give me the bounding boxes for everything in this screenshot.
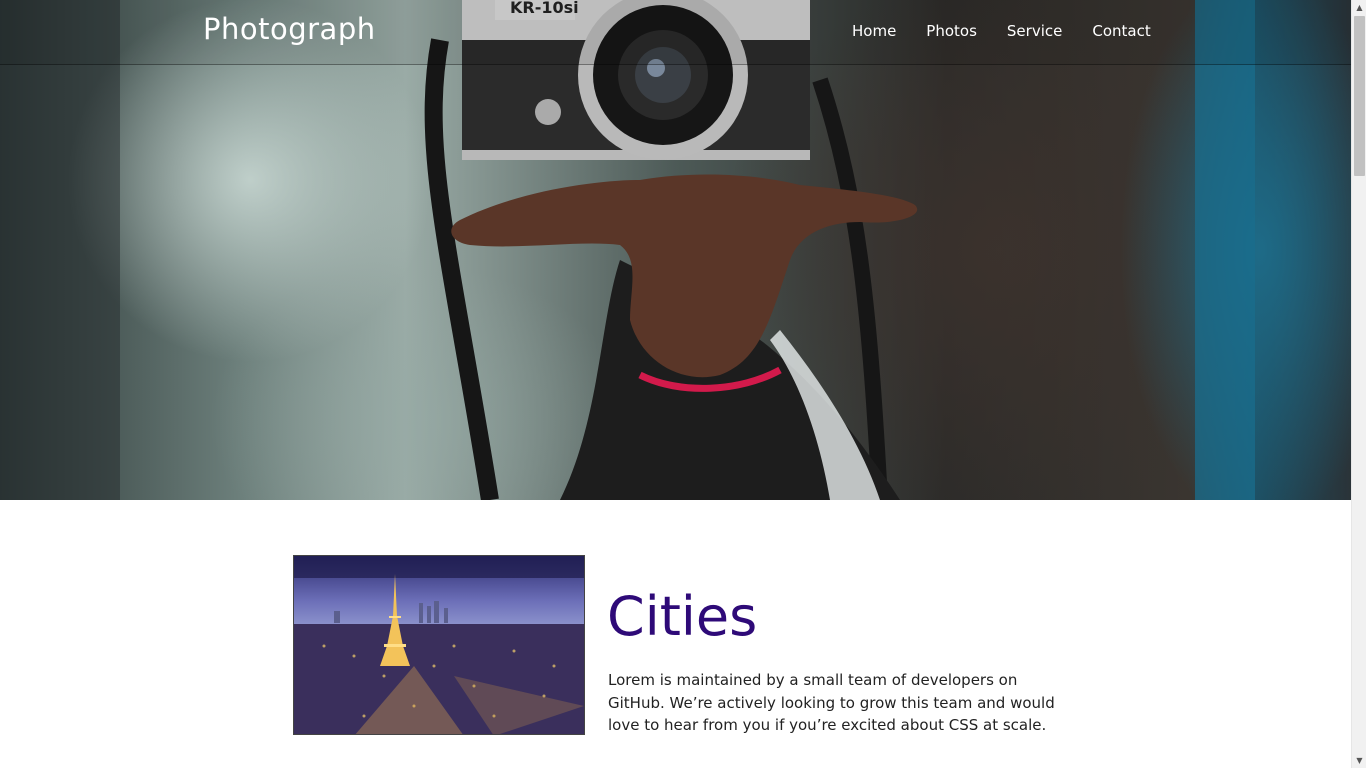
cities-feature-image	[293, 555, 585, 735]
section-description: Lorem is maintained by a small team of d…	[608, 671, 1055, 734]
paris-photo	[294, 556, 584, 734]
page-scrollbar[interactable]: ▲ ▼	[1351, 0, 1366, 768]
nav-link-home[interactable]: Home	[852, 22, 896, 40]
hero-photo: KR-10si	[0, 0, 1255, 500]
section-title: Cities	[607, 585, 758, 648]
nav-link-photos[interactable]: Photos	[926, 22, 977, 40]
scrollbar-thumb[interactable]	[1354, 16, 1365, 176]
scroll-down-arrow-icon[interactable]: ▼	[1352, 753, 1366, 768]
nav-link-contact[interactable]: Contact	[1092, 22, 1150, 40]
hero-banner: KR-10si	[0, 0, 1351, 500]
scroll-up-arrow-icon[interactable]: ▲	[1352, 0, 1366, 15]
nav-link-service[interactable]: Service	[1007, 22, 1062, 40]
top-navbar: Photograph Home Photos Service Contact	[0, 0, 1351, 65]
main-nav: Home Photos Service Contact	[852, 22, 1181, 40]
site-brand-logo[interactable]: Photograph	[203, 12, 376, 46]
